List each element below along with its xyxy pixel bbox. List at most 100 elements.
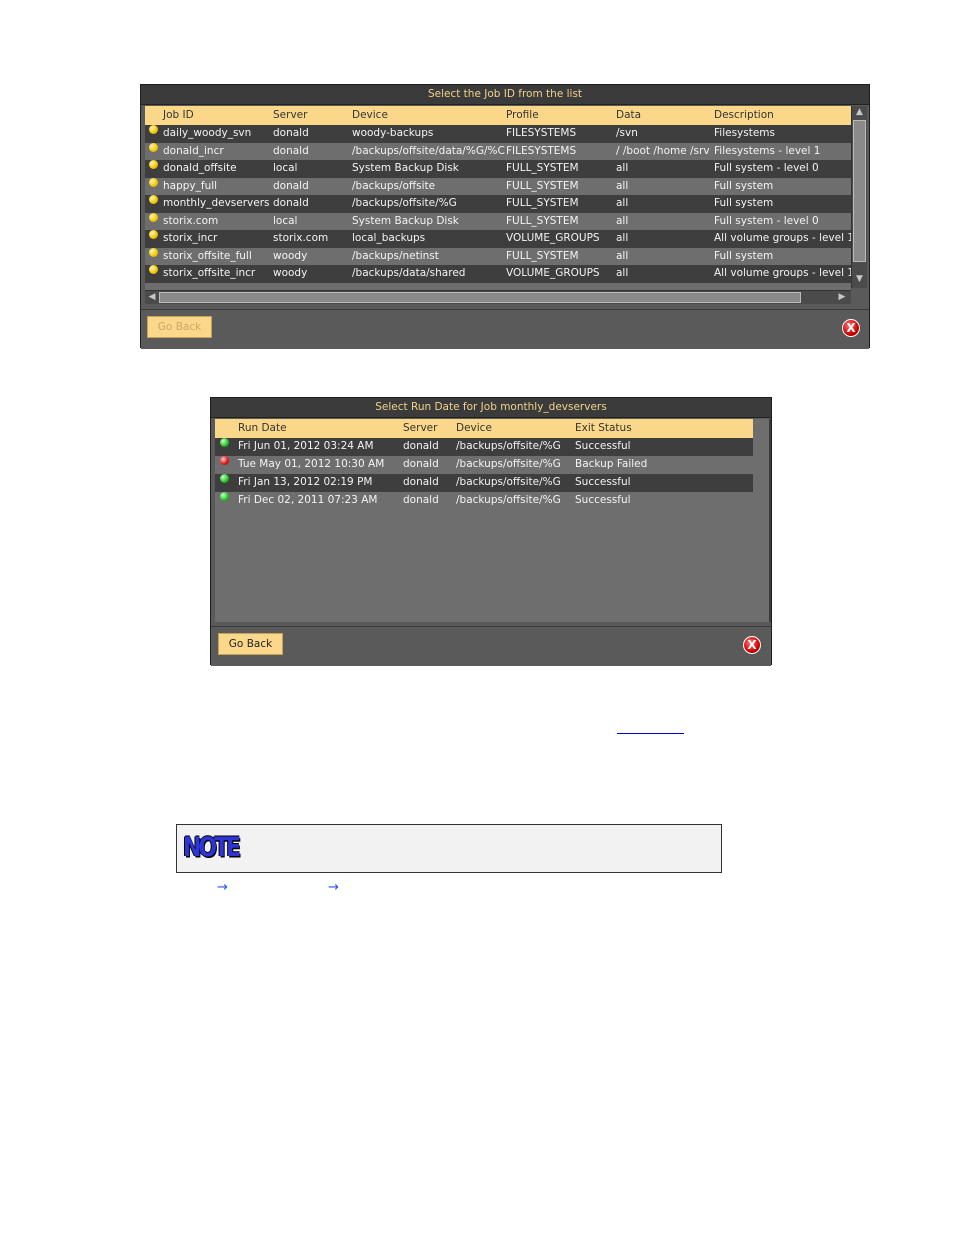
cell-server: donald bbox=[403, 458, 439, 470]
cell-device: /backups/offsite/%G bbox=[456, 458, 561, 470]
cell-profile: VOLUME_GROUPS bbox=[506, 232, 600, 244]
job-dialog-footer: Go Back X bbox=[141, 309, 869, 349]
table-row[interactable]: monthly_devservers donald/backups/offsite… bbox=[145, 195, 851, 213]
table-row[interactable]: storix_incr storix.com local_backups VOLUME… bbox=[145, 230, 851, 248]
cell-data: all bbox=[616, 249, 629, 262]
cell-description: Full system bbox=[714, 179, 774, 192]
note-logo-icon: NOTE bbox=[183, 833, 241, 864]
job-dialog-title: Select the Job ID from the list bbox=[141, 85, 869, 105]
run-date-dialog: Select Run Date for Job monthly_devserve… bbox=[210, 397, 772, 666]
cell-profile: FILESYSTEMS bbox=[506, 144, 577, 157]
cell-server: donald bbox=[273, 144, 309, 157]
cell-device: /backups/offsite/%G bbox=[456, 476, 561, 488]
cell-description: All volume groups - level 1 bbox=[714, 232, 851, 244]
cell-device: /backups/offsite/%G bbox=[456, 494, 561, 506]
cell-profile: FULL_SYSTEM bbox=[506, 214, 579, 227]
cell-device: System Backup Disk bbox=[352, 162, 459, 174]
job-status-icon bbox=[149, 212, 158, 222]
cell-job-id: storix_offsite_full bbox=[163, 249, 252, 262]
cell-exit-status: Successful bbox=[575, 494, 631, 506]
cell-job-id: monthly_devservers bbox=[163, 197, 270, 209]
cell-profile: FULL_SYSTEM bbox=[506, 179, 579, 192]
arrow-right-icon: → bbox=[217, 880, 228, 895]
cell-server: local bbox=[273, 162, 298, 174]
hyperlink-underline[interactable] bbox=[617, 733, 684, 734]
cell-server: local bbox=[273, 214, 298, 227]
job-list-vertical-scrollbar[interactable]: ▲ ▼ bbox=[851, 106, 867, 288]
cell-job-id: storix_offsite_incr bbox=[163, 267, 256, 279]
job-list: Job ID Server Device Profile Data Descri… bbox=[145, 106, 851, 290]
cell-data: all bbox=[616, 232, 629, 244]
cell-server: donald bbox=[403, 476, 439, 488]
cell-device: /backups/offsite/%G bbox=[352, 197, 457, 209]
cell-exit-status: Successful bbox=[575, 476, 631, 488]
job-status-icon bbox=[149, 125, 158, 134]
cell-server: woody bbox=[273, 267, 308, 279]
scroll-right-arrow-icon[interactable]: ▶ bbox=[837, 292, 847, 302]
table-row[interactable]: Tue May 01, 2012 10:30 AM donald/backups/… bbox=[215, 456, 753, 474]
horizontal-scroll-thumb[interactable] bbox=[159, 292, 801, 303]
cell-description: Filesystems bbox=[714, 127, 776, 139]
col-server[interactable]: Server bbox=[403, 419, 437, 438]
cell-data: / /boot /home /srv bbox=[616, 144, 710, 157]
cell-description: Full system bbox=[714, 249, 774, 262]
cell-profile: VOLUME_GROUPS bbox=[506, 267, 600, 279]
table-row[interactable]: Fri Dec 02, 2011 07:23 AM donald/backups/… bbox=[215, 492, 753, 510]
col-job-id[interactable]: Job ID bbox=[163, 106, 194, 125]
table-row[interactable]: storix_offsite_full woody/backups/netinst… bbox=[145, 247, 851, 265]
cell-data: all bbox=[616, 214, 629, 227]
col-exit-status[interactable]: Exit Status bbox=[575, 419, 632, 438]
table-row[interactable]: donald_offsite local System Backup Disk FUL… bbox=[145, 160, 851, 178]
table-row[interactable]: storix_offsite_incr woody/backups/data/sh… bbox=[145, 265, 851, 283]
run-dialog-title: Select Run Date for Job monthly_devserve… bbox=[211, 398, 771, 418]
col-profile[interactable]: Profile bbox=[506, 106, 539, 125]
col-description[interactable]: Description bbox=[714, 106, 774, 125]
cell-description: Full system - level 0 bbox=[714, 162, 819, 174]
table-row[interactable]: Fri Jan 13, 2012 02:19 PM donald/backups/… bbox=[215, 474, 753, 492]
cell-description: Filesystems - level 1 bbox=[714, 144, 821, 157]
cell-profile: FULL_SYSTEM bbox=[506, 162, 579, 174]
cell-data: all bbox=[616, 179, 629, 192]
go-back-button[interactable]: Go Back bbox=[147, 316, 212, 338]
table-row[interactable]: storix.com local System Backup Disk FULL_SY… bbox=[145, 212, 851, 230]
table-row[interactable]: Fri Jun 01, 2012 03:24 AM donald/backups/… bbox=[215, 438, 753, 456]
col-server[interactable]: Server bbox=[273, 106, 307, 125]
scroll-left-arrow-icon[interactable]: ◀ bbox=[147, 292, 157, 302]
scroll-up-arrow-icon[interactable]: ▲ bbox=[852, 107, 867, 117]
success-status-icon bbox=[220, 474, 229, 483]
close-icon[interactable]: X bbox=[842, 319, 860, 337]
cell-device: /backups/offsite/%G bbox=[456, 440, 561, 452]
cell-data: all bbox=[616, 162, 629, 174]
cell-data: all bbox=[616, 267, 629, 279]
job-status-icon bbox=[149, 160, 158, 169]
cell-run-date: Fri Dec 02, 2011 07:23 AM bbox=[238, 494, 378, 506]
table-row[interactable]: donald_incr donald/backups/offsite/data/%… bbox=[145, 142, 851, 160]
cell-device: local_backups bbox=[352, 232, 426, 244]
col-device[interactable]: Device bbox=[456, 419, 492, 438]
table-row[interactable]: daily_woody_svn donald woody-backups FILESY… bbox=[145, 125, 851, 143]
run-dialog-footer: Go Back X bbox=[211, 626, 771, 666]
close-icon[interactable]: X bbox=[743, 636, 761, 654]
cell-device: /backups/netinst bbox=[352, 249, 439, 262]
table-row[interactable]: happy_full donald/backups/offsite FULL_SYS… bbox=[145, 177, 851, 195]
cell-profile: FULL_SYSTEM bbox=[506, 249, 579, 262]
cell-description: Full system - level 0 bbox=[714, 214, 819, 227]
cell-job-id: storix_incr bbox=[163, 232, 218, 244]
vertical-scroll-thumb[interactable] bbox=[853, 120, 866, 262]
col-data[interactable]: Data bbox=[616, 106, 641, 125]
scroll-down-arrow-icon[interactable]: ▼ bbox=[852, 274, 867, 284]
job-status-icon bbox=[149, 265, 158, 274]
cell-server: storix.com bbox=[273, 232, 329, 244]
cell-server: donald bbox=[273, 127, 309, 139]
note-box: NOTE bbox=[176, 824, 722, 873]
col-device[interactable]: Device bbox=[352, 106, 388, 125]
cell-description: All volume groups - level 1 bbox=[714, 267, 851, 279]
job-list-horizontal-scrollbar[interactable]: ◀ ▶ bbox=[145, 290, 851, 304]
col-run-date[interactable]: Run Date bbox=[238, 419, 287, 438]
cell-device: /backups/offsite bbox=[352, 179, 436, 192]
cell-job-id: storix.com bbox=[163, 214, 219, 227]
cell-data: /svn bbox=[616, 127, 638, 139]
go-back-button[interactable]: Go Back bbox=[218, 633, 283, 655]
cell-exit-status: Successful bbox=[575, 440, 631, 452]
cell-server: donald bbox=[403, 494, 439, 506]
